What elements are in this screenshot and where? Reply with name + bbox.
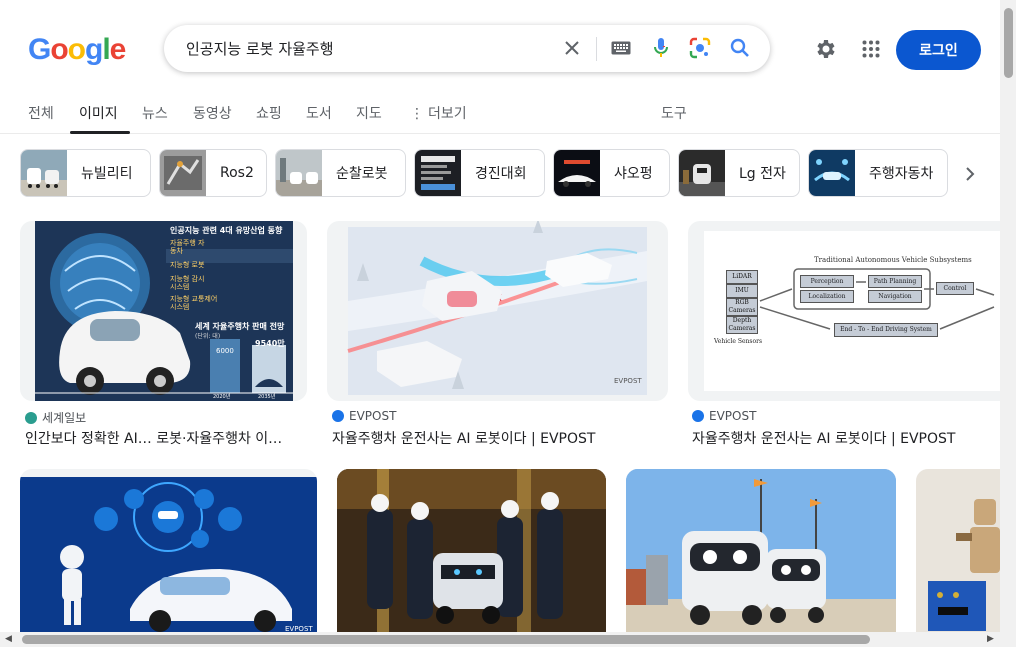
globe-icon (25, 411, 37, 424)
login-button[interactable]: 로그인 (896, 30, 981, 70)
active-tab-indicator (70, 131, 130, 134)
horizontal-scroll-thumb[interactable] (22, 635, 870, 644)
chip-6[interactable]: Lg 전자 (678, 149, 800, 197)
source-name: EVPOST (709, 409, 757, 423)
tab-tools[interactable]: 도구 (661, 103, 687, 123)
watermark: EVPOST (285, 625, 313, 632)
chip-thumbnail (160, 150, 206, 196)
result-image-6[interactable] (626, 469, 896, 632)
chip-1[interactable]: 뉴빌리티 (20, 149, 151, 197)
chip-thumbnail (276, 150, 322, 196)
more-vert-icon: ⋮ (410, 106, 424, 122)
tab-all[interactable]: 전체 (28, 103, 54, 123)
image1-row-3: 지능형 감시 시스템 (170, 275, 205, 291)
search-icon[interactable] (728, 36, 752, 60)
image1-row-4: 지능형 교통제어 시스템 (170, 295, 218, 311)
result-1-title[interactable]: 인간보다 정확한 AI… 로봇·자율주행차 이… (25, 428, 307, 448)
tab-videos[interactable]: 동영상 (193, 103, 232, 123)
image1-year1: 2020년 (213, 394, 231, 400)
search-tabs: 전체 이미지 뉴스 동영상 쇼핑 도서 지도 ⋮ 더보기 도구 (0, 98, 1000, 134)
google-apps-icon[interactable] (862, 40, 880, 62)
tab-maps[interactable]: 지도 (356, 103, 382, 123)
result-image-1[interactable]: 인공지능 관련 4대 유망산업 동향 자율주행 자동차 지능형 로봇 지능형 감… (20, 221, 307, 401)
chip-3[interactable]: 순찰로봇 (275, 149, 406, 197)
tab-shopping[interactable]: 쇼핑 (256, 103, 282, 123)
vertical-scrollbar[interactable] (1000, 0, 1016, 632)
source-name: EVPOST (349, 409, 397, 423)
google-logo[interactable]: Google (28, 33, 126, 67)
image1-row-1: 자율주행 자동차 (170, 239, 205, 255)
scroll-right-arrow-icon[interactable]: ▶ (987, 634, 994, 644)
result-image-5[interactable] (337, 469, 606, 632)
tab-news[interactable]: 뉴스 (142, 103, 168, 123)
tab-more[interactable]: ⋮ 더보기 (410, 103, 467, 123)
chip-thumbnail (21, 150, 67, 196)
chip-label: 순찰로봇 (336, 166, 388, 182)
settings-gear-icon[interactable] (813, 37, 837, 65)
image1-unit: (단위: 대) (195, 333, 221, 340)
result-3-source[interactable]: EVPOST (692, 409, 756, 423)
chip-label: 샤오펑 (614, 166, 653, 182)
divider (596, 37, 597, 61)
image1-bar2-value: 9540만 (255, 339, 285, 348)
result-image-2[interactable]: x EVPOST (327, 221, 668, 401)
tab-images[interactable]: 이미지 (79, 103, 118, 123)
search-box[interactable]: 인공지능 로봇 자율주행 (164, 25, 770, 72)
chip-thumbnail (679, 150, 725, 196)
chip-label: 뉴빌리티 (81, 166, 133, 182)
evpost-icon (332, 410, 344, 422)
chip-7[interactable]: 주행자동차 (808, 149, 948, 197)
result-2-source[interactable]: EVPOST (332, 409, 396, 423)
source-name: 세계일보 (42, 411, 87, 425)
chip-2[interactable]: Ros2 (159, 149, 267, 197)
google-image-search-page: Google 인공지능 로봇 자율주행 로그인 전체 이미지 뉴스 동영상 쇼핑… (0, 0, 1016, 647)
lens-icon[interactable] (688, 36, 712, 60)
diagram-arrows (759, 268, 995, 330)
vertical-scroll-thumb[interactable] (1004, 8, 1013, 78)
horizontal-scrollbar[interactable]: ◀ ▶ (0, 632, 1016, 647)
result-image-7[interactable] (916, 469, 1000, 632)
chip-label: Ros2 (220, 165, 254, 181)
more-label: 더보기 (428, 106, 467, 122)
chip-thumbnail (809, 150, 855, 196)
chip-label: 주행자동차 (869, 166, 934, 182)
result-1-source[interactable]: 세계일보 (25, 409, 86, 426)
scroll-left-arrow-icon[interactable]: ◀ (5, 634, 12, 644)
keyboard-icon[interactable] (609, 36, 633, 60)
clear-icon[interactable] (560, 36, 584, 60)
result-2-title[interactable]: 자율주행차 운전사는 AI 로봇이다 | EVPOST (332, 428, 668, 448)
chip-thumbnail (415, 150, 461, 196)
evpost-icon (692, 410, 704, 422)
image1-bar1-value: 6000 (216, 347, 234, 355)
image1-heading: 인공지능 관련 4대 유망산업 동향 (170, 226, 283, 235)
image1-year2: 2035년 (258, 394, 276, 400)
result-image-3[interactable]: Traditional Autonomous Vehicle Subsystem… (688, 221, 1000, 401)
chip-thumbnail (554, 150, 600, 196)
chevron-right-icon[interactable] (956, 160, 984, 188)
chip-label: 경진대회 (475, 166, 527, 182)
result-3-title[interactable]: 자율주행차 운전사는 AI 로봇이다 | EVPOST (692, 428, 1000, 448)
watermark: EVPOST (614, 377, 642, 385)
chip-label: Lg 전자 (739, 166, 786, 182)
image1-row-2: 지능형 로봇 (170, 261, 205, 269)
search-input[interactable]: 인공지능 로봇 자율주행 (186, 38, 334, 59)
chip-4[interactable]: 경진대회 (414, 149, 545, 197)
microphone-icon[interactable] (649, 36, 673, 60)
result-image-4[interactable]: EVPOST (20, 469, 317, 632)
chip-5[interactable]: 샤오펑 (553, 149, 670, 197)
tab-books[interactable]: 도서 (306, 103, 332, 123)
